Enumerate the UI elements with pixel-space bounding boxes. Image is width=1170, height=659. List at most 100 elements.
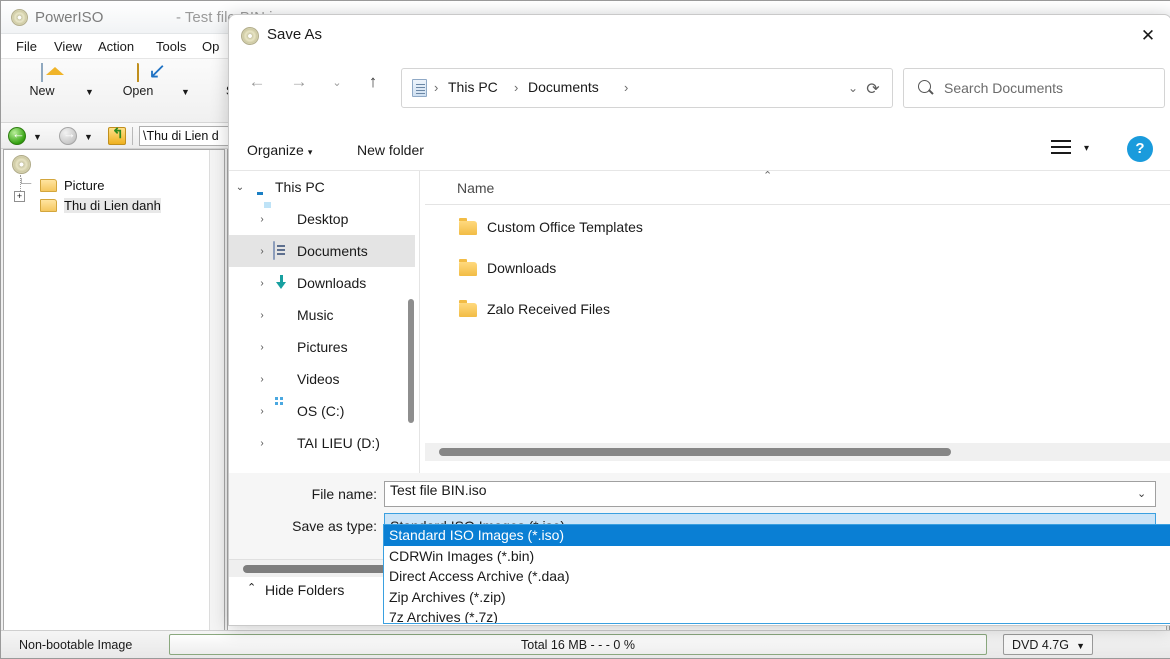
menu-tools[interactable]: Tools xyxy=(151,38,191,55)
back-button[interactable]: ← xyxy=(243,68,271,96)
sidebar-item-desktop[interactable]: › Desktop xyxy=(229,203,415,235)
breadcrumb-separator: › xyxy=(514,80,519,95)
sidebar-item-label: Documents xyxy=(297,243,368,259)
chevron-down-icon[interactable]: ⌄ xyxy=(1137,487,1146,500)
chevron-right-icon[interactable]: › xyxy=(251,246,273,257)
tree-item-label: Picture xyxy=(64,178,105,193)
sidebar-item-os-c[interactable]: › OS (C:) xyxy=(229,395,415,427)
scrollbar-thumb[interactable] xyxy=(439,448,951,456)
pictures-icon xyxy=(273,338,297,356)
chevron-right-icon[interactable]: › xyxy=(251,438,273,449)
refresh-icon[interactable]: ⟳ xyxy=(862,78,884,100)
chevron-right-icon[interactable]: › xyxy=(251,214,273,225)
menu-view[interactable]: View xyxy=(49,38,87,55)
recent-locations-button[interactable]: ⌄ xyxy=(327,70,347,94)
column-header-name[interactable]: Name xyxy=(457,180,494,196)
tree-expand-toggle[interactable]: + xyxy=(14,191,25,202)
chevron-right-icon[interactable]: › xyxy=(251,278,273,289)
chevron-up-icon: ⌃ xyxy=(247,582,257,594)
close-icon[interactable]: ✕ xyxy=(1125,15,1170,57)
sidebar-item-pictures[interactable]: › Pictures xyxy=(229,331,415,363)
chevron-right-icon[interactable]: › xyxy=(251,310,273,321)
dialog-body: ⌄ This PC › Desktop › Documents › Downlo… xyxy=(229,170,1170,473)
chevron-down-icon[interactable]: ⌄ xyxy=(229,182,251,193)
forward-icon[interactable] xyxy=(59,126,77,145)
table-row[interactable]: Downloads 20/09/2022 10:16 CH xyxy=(425,250,1170,291)
organize-label: Organize xyxy=(247,142,304,158)
open-dropdown-caret[interactable]: ▼ xyxy=(181,87,190,97)
downloads-icon xyxy=(273,274,297,292)
sidebar-item-music[interactable]: › Music xyxy=(229,299,415,331)
address-dropdown-icon[interactable]: ⌄ xyxy=(848,81,858,95)
documents-icon xyxy=(273,241,297,260)
chevron-right-icon[interactable]: › xyxy=(251,342,273,353)
help-icon[interactable]: ? xyxy=(1127,136,1153,162)
dropdown-option-7z[interactable]: 7z Archives (*.7z) xyxy=(384,607,1170,623)
forward-history-caret[interactable]: ▼ xyxy=(84,132,93,142)
breadcrumb-documents[interactable]: Documents xyxy=(528,79,599,95)
sidebar-item-this-pc[interactable]: ⌄ This PC xyxy=(229,171,415,203)
dropdown-option-zip[interactable]: Zip Archives (*.zip) xyxy=(384,587,1170,608)
dropdown-option-bin[interactable]: CDRWin Images (*.bin) xyxy=(384,546,1170,567)
hide-folders-button[interactable]: Hide Folders xyxy=(265,577,344,603)
table-row[interactable]: Zalo Received Files 11/10/2022 9:38 SA xyxy=(425,291,1170,332)
sidebar-item-videos[interactable]: › Videos xyxy=(229,363,415,395)
back-history-caret[interactable]: ▼ xyxy=(33,132,42,142)
breadcrumb-separator: › xyxy=(624,80,629,95)
address-bar[interactable]: › This PC › Documents › ⌄ ⟳ xyxy=(401,68,893,108)
up-folder-icon[interactable] xyxy=(108,125,126,145)
open-button[interactable]: Open xyxy=(109,63,167,98)
menu-file[interactable]: File xyxy=(11,38,42,55)
sidebar-item-downloads[interactable]: › Downloads xyxy=(229,267,415,299)
poweriso-title: PowerISO xyxy=(35,9,104,26)
new-folder-button[interactable]: New folder xyxy=(357,137,424,163)
tree-scrollbar[interactable] xyxy=(209,150,224,631)
tree-row-picture[interactable]: └─ Picture xyxy=(4,176,224,196)
tree-scrollbar-thumb[interactable] xyxy=(408,299,414,423)
tree-scrollbar[interactable] xyxy=(407,171,415,473)
splitter[interactable] xyxy=(419,171,420,473)
media-type-select[interactable]: DVD 4.7G ▼ xyxy=(1003,634,1093,655)
search-icon xyxy=(918,80,931,93)
up-button[interactable]: ↑ xyxy=(359,68,387,96)
new-button[interactable]: New xyxy=(13,63,71,98)
menu-action[interactable]: Action xyxy=(93,38,139,55)
file-name-input[interactable]: Test file BIN.iso xyxy=(384,481,1156,507)
tree-row-thu-di-lien-danh[interactable]: Thu di Lien danh xyxy=(4,196,224,216)
file-list: Name ⌃ Date modified Custom Office Templ… xyxy=(425,170,1170,473)
dialog-navbar: ← → ⌄ ↑ › This PC › Documents › ⌄ ⟳ Sear… xyxy=(229,57,1170,108)
media-type-label: DVD 4.7G xyxy=(1012,638,1069,652)
search-input[interactable]: Search Documents xyxy=(944,80,1063,96)
sidebar-item-documents[interactable]: › Documents xyxy=(229,235,415,267)
table-row[interactable]: Custom Office Templates 03/02/2021 11:29… xyxy=(425,209,1170,250)
sidebar-item-label: Music xyxy=(297,307,334,323)
breadcrumb-this-pc[interactable]: This PC xyxy=(448,79,498,95)
poweriso-path-input[interactable]: \Thu di Lien d xyxy=(139,126,233,146)
new-dropdown-caret[interactable]: ▼ xyxy=(85,87,94,97)
file-name: Zalo Received Files xyxy=(487,301,610,317)
dropdown-option-iso[interactable]: Standard ISO Images (*.iso) xyxy=(384,525,1170,546)
new-button-label: New xyxy=(29,84,55,98)
this-pc-icon xyxy=(251,178,275,196)
view-options-icon[interactable] xyxy=(1051,140,1071,156)
file-name: Custom Office Templates xyxy=(487,219,643,235)
organize-button[interactable]: Organize ▾ xyxy=(247,137,312,163)
drive-icon xyxy=(273,402,297,420)
dropdown-option-daa[interactable]: Direct Access Archive (*.daa) xyxy=(384,566,1170,587)
status-bootable-label: Non-bootable Image xyxy=(19,638,133,652)
save-as-type-label: Save as type: xyxy=(292,518,377,534)
search-box[interactable]: Search Documents xyxy=(903,68,1165,108)
capacity-progress-bar: Total 16 MB - - - 0 % xyxy=(169,634,987,655)
forward-button[interactable]: → xyxy=(285,68,313,96)
back-icon[interactable] xyxy=(8,126,26,145)
chevron-right-icon[interactable]: › xyxy=(251,374,273,385)
view-options-caret[interactable]: ▾ xyxy=(1084,143,1089,154)
save-as-type-dropdown: Standard ISO Images (*.iso) CDRWin Image… xyxy=(383,524,1170,624)
menu-options[interactable]: Op xyxy=(197,38,224,55)
file-list-horizontal-scrollbar[interactable] xyxy=(425,443,1170,461)
dialog-title: Save As xyxy=(267,26,323,43)
chevron-right-icon[interactable]: › xyxy=(251,406,273,417)
divider xyxy=(132,127,133,145)
sidebar-item-label: Downloads xyxy=(297,275,367,291)
sidebar-item-tai-lieu-d[interactable]: › TAI LIEU (D:) xyxy=(229,427,415,459)
